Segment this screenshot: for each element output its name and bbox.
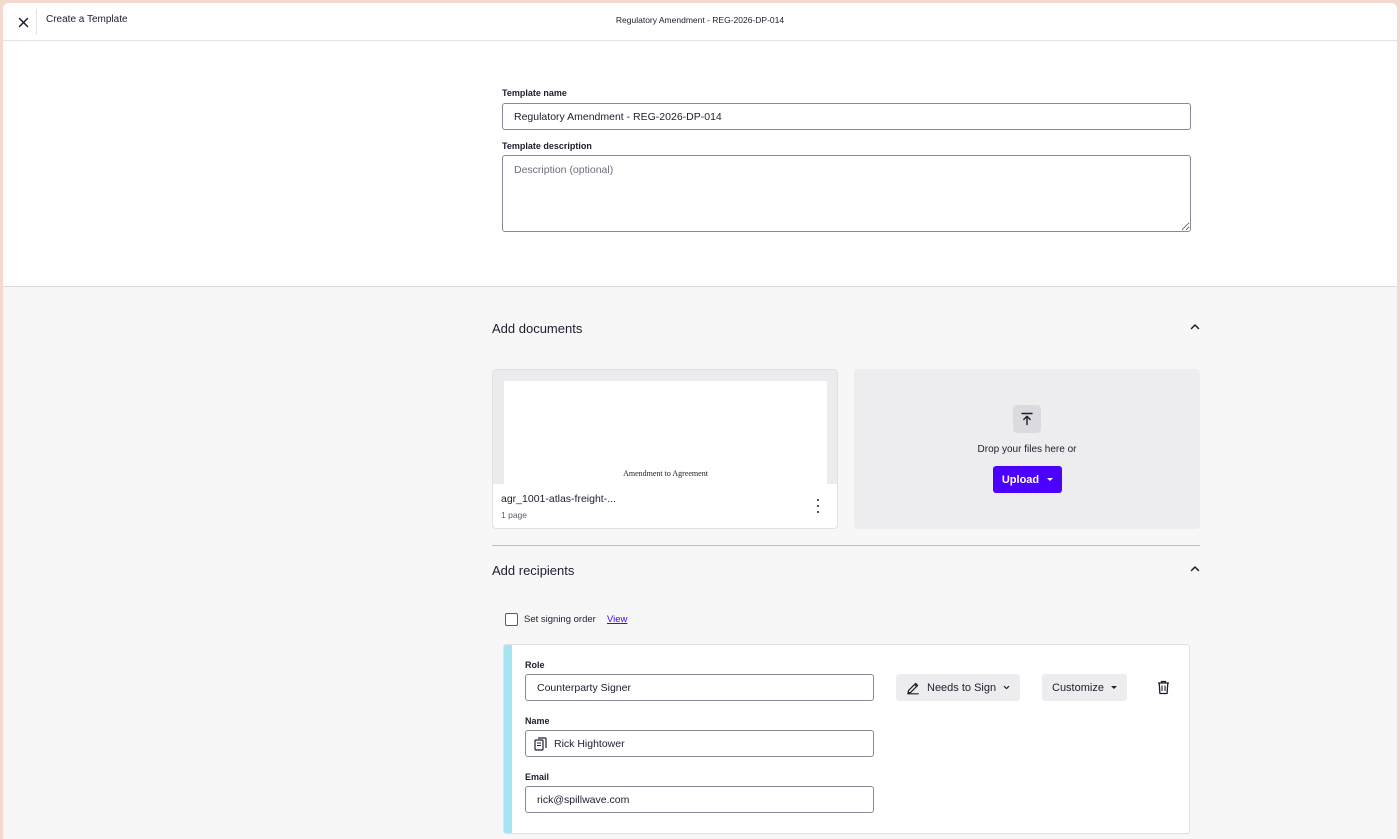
- document-more-options-icon[interactable]: [813, 499, 823, 513]
- upload-arrow-icon: [1013, 405, 1041, 433]
- top-bar: Create a Template Regulatory Amendment -…: [3, 3, 1397, 41]
- template-description-label: Template description: [502, 141, 592, 151]
- name-label: Name: [525, 716, 550, 726]
- document-name: agr_1001-atlas-freight-...: [501, 493, 616, 505]
- document-page-count: 1 page: [501, 510, 527, 520]
- upload-button-label: Upload: [1001, 473, 1040, 486]
- role-input[interactable]: [525, 674, 874, 701]
- section-divider: [492, 545, 1200, 546]
- recipient-card: Role Name Rick Hightower Email Needs to …: [503, 644, 1190, 834]
- document-thumbnail-title: Amendment to Agreement: [623, 469, 708, 478]
- name-value: Rick Hightower: [554, 737, 625, 750]
- trash-icon[interactable]: [1157, 680, 1170, 695]
- signing-order-checkbox[interactable]: [505, 613, 518, 626]
- chevron-down-icon: [1003, 685, 1010, 690]
- customize-dropdown[interactable]: Customize: [1042, 674, 1127, 701]
- file-drop-zone[interactable]: Drop your files here or Upload: [854, 369, 1200, 529]
- chevron-up-icon[interactable]: [1188, 562, 1202, 576]
- template-name-label: Template name: [502, 88, 567, 98]
- email-input[interactable]: [525, 786, 874, 813]
- contacts-icon[interactable]: [534, 736, 547, 751]
- template-description-input[interactable]: [502, 155, 1191, 232]
- document-title: Regulatory Amendment - REG-2026-DP-014: [615, 15, 785, 25]
- add-documents-title: Add documents: [492, 321, 583, 336]
- role-label: Role: [525, 660, 545, 670]
- caret-down-icon: [1047, 478, 1054, 481]
- document-thumbnail-area: Amendment to Agreement: [493, 370, 837, 484]
- chevron-up-icon[interactable]: [1188, 320, 1202, 334]
- drop-files-text: Drop your files here or: [977, 444, 1077, 455]
- signing-order-label: Set signing order: [524, 614, 596, 625]
- upload-button[interactable]: Upload: [993, 466, 1062, 493]
- customize-label: Customize: [1052, 681, 1104, 694]
- recipient-color-bar: [504, 645, 512, 833]
- document-thumbnail: Amendment to Agreement: [504, 381, 827, 484]
- app-window: Create a Template Regulatory Amendment -…: [3, 3, 1397, 839]
- builder-section: Add documents Amendment to Agreement agr…: [3, 287, 1397, 839]
- template-name-input[interactable]: [502, 103, 1191, 130]
- name-input[interactable]: Rick Hightower: [525, 730, 874, 757]
- add-recipients-title: Add recipients: [492, 563, 575, 578]
- caret-down-icon: [1110, 686, 1117, 689]
- document-card[interactable]: Amendment to Agreement agr_1001-atlas-fr…: [492, 369, 838, 529]
- email-label: Email: [525, 772, 550, 782]
- view-signing-order-link[interactable]: View: [607, 614, 627, 625]
- pen-icon: [907, 682, 919, 694]
- needs-to-sign-dropdown[interactable]: Needs to Sign: [896, 674, 1021, 701]
- needs-to-sign-label: Needs to Sign: [927, 681, 997, 694]
- template-details-section: Template name Template description: [3, 41, 1397, 287]
